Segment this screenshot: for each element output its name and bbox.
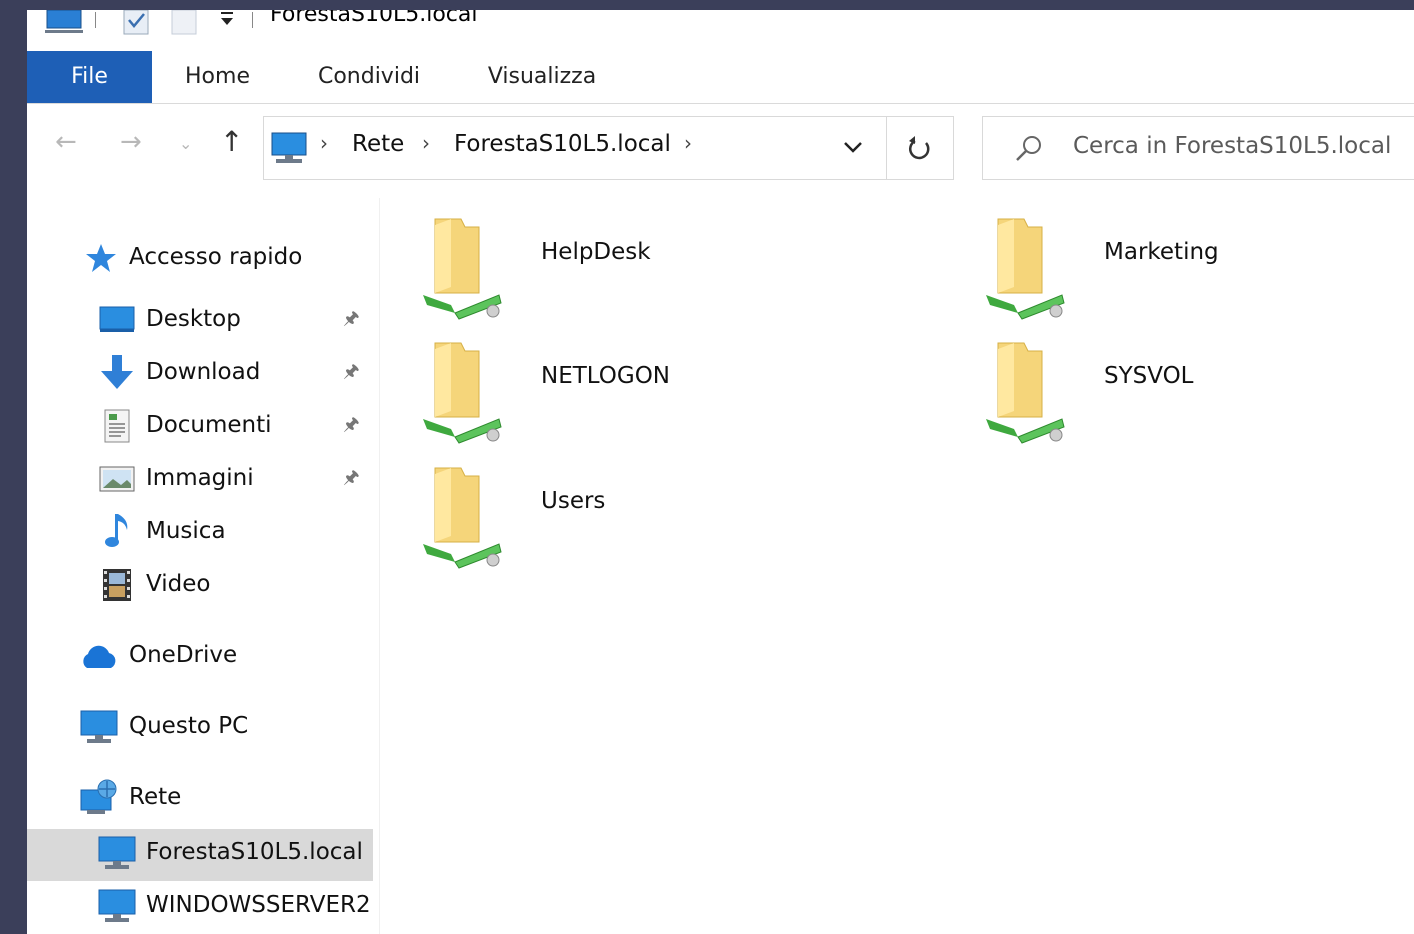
breadcrumb-domain[interactable]: ForestaS10L5.local [454, 131, 671, 157]
nav-onedrive[interactable]: OneDrive [27, 632, 379, 684]
pin-icon[interactable]: 🖈 [343, 306, 360, 336]
music-icon [103, 512, 133, 556]
nav-network[interactable]: Rete [27, 774, 379, 826]
folder-name: Users [541, 488, 606, 514]
computer-icon [97, 888, 137, 930]
computer-icon [270, 131, 308, 169]
nav-label: Musica [146, 518, 226, 544]
pin-icon[interactable]: 🖈 [343, 412, 360, 442]
folder-name: NETLOGON [541, 363, 671, 389]
back-arrow-icon[interactable]: ← [55, 127, 77, 157]
quick-access-dropdown-icon[interactable] [219, 10, 235, 32]
tab-share[interactable]: Condividi [309, 51, 429, 103]
nav-label: Video [146, 571, 211, 597]
nav-item-desktop[interactable]: Desktop 🖈 [27, 296, 379, 348]
forward-arrow-icon[interactable]: → [120, 127, 142, 157]
pin-icon[interactable]: 🖈 [343, 465, 360, 495]
window-title: ForestaS10L5.local [270, 10, 478, 27]
recent-locations-chevron-icon[interactable]: ⌄ [179, 134, 192, 153]
nav-label: Documenti [146, 412, 272, 438]
download-icon [99, 355, 135, 399]
shared-folder-icon [984, 339, 1074, 451]
folder-item[interactable]: HelpDesk [421, 215, 921, 335]
pin-icon[interactable]: 🖈 [343, 359, 360, 389]
video-icon [101, 567, 133, 609]
nav-item-video[interactable]: Video [27, 561, 379, 613]
nav-label: Immagini [146, 465, 254, 491]
computer-icon [97, 835, 137, 877]
navigation-pane: Accesso rapido Desktop 🖈 Download 🖈 Docu… [27, 198, 380, 934]
breadcrumb-chevron-icon[interactable]: › [684, 131, 692, 155]
folder-item[interactable]: NETLOGON [421, 339, 921, 459]
nav-label: ForestaS10L5.local [146, 839, 363, 865]
search-input[interactable]: Cerca in ForestaS10L5.local [1073, 133, 1391, 159]
nav-label: Download [146, 359, 261, 385]
new-folder-icon[interactable] [170, 10, 200, 40]
tab-home[interactable]: Home [175, 51, 260, 103]
pictures-icon [99, 465, 135, 499]
folder-name: HelpDesk [541, 239, 651, 265]
nav-label: Rete [129, 784, 182, 810]
network-icon [79, 778, 119, 822]
computer-icon[interactable] [45, 10, 83, 38]
folder-item[interactable]: Users [421, 464, 921, 584]
folder-name: SYSVOL [1104, 363, 1194, 389]
properties-checkbox-icon[interactable] [122, 10, 152, 40]
folder-item[interactable]: SYSVOL [984, 339, 1414, 459]
tab-file[interactable]: File [27, 51, 152, 103]
nav-item-domain[interactable]: ForestaS10L5.local [27, 829, 373, 881]
nav-item-music[interactable]: Musica [27, 508, 379, 560]
nav-label: OneDrive [129, 642, 238, 668]
nav-item-download[interactable]: Download 🖈 [27, 349, 379, 401]
cloud-icon [79, 644, 119, 676]
computer-icon [79, 709, 119, 751]
nav-quick-access[interactable]: Accesso rapido [27, 234, 379, 286]
nav-label: Questo PC [129, 713, 249, 739]
search-box[interactable]: Cerca in ForestaS10L5.local [982, 116, 1414, 180]
shared-folder-icon [421, 339, 511, 451]
desktop-icon [99, 304, 135, 342]
nav-label: WINDOWSSERVER2 [146, 892, 371, 918]
address-dropdown-icon[interactable] [842, 139, 864, 158]
nav-label: Desktop [146, 306, 241, 332]
nav-item-server[interactable]: WINDOWSSERVER2 [27, 882, 373, 934]
address-bar[interactable]: › Rete › ForestaS10L5.local › [263, 116, 954, 180]
shared-folder-icon [421, 215, 511, 327]
search-icon [1013, 135, 1043, 167]
shared-folder-icon [421, 464, 511, 576]
nav-item-pictures[interactable]: Immagini 🖈 [27, 455, 379, 507]
title-bar: ForestaS10L5.local [27, 10, 1414, 42]
folder-name: Marketing [1104, 239, 1219, 265]
breadcrumb-network[interactable]: Rete [352, 131, 404, 157]
nav-item-documents[interactable]: Documenti 🖈 [27, 402, 379, 454]
breadcrumb-chevron-icon[interactable]: › [422, 131, 430, 155]
breadcrumb-chevron-icon[interactable]: › [320, 131, 328, 155]
star-icon [85, 242, 117, 280]
explorer-window: ForestaS10L5.local File Home Condividi V… [27, 10, 1414, 934]
ribbon-tabs: File Home Condividi Visualizza [27, 51, 1414, 104]
nav-label: Accesso rapido [129, 244, 303, 270]
refresh-icon[interactable] [906, 135, 934, 167]
up-arrow-icon[interactable]: ↑ [220, 125, 243, 158]
folder-item[interactable]: Marketing [984, 215, 1414, 335]
nav-this-pc[interactable]: Questo PC [27, 703, 379, 755]
shared-folder-icon [984, 215, 1074, 327]
documents-icon [103, 408, 131, 450]
tab-view[interactable]: Visualizza [482, 51, 602, 103]
